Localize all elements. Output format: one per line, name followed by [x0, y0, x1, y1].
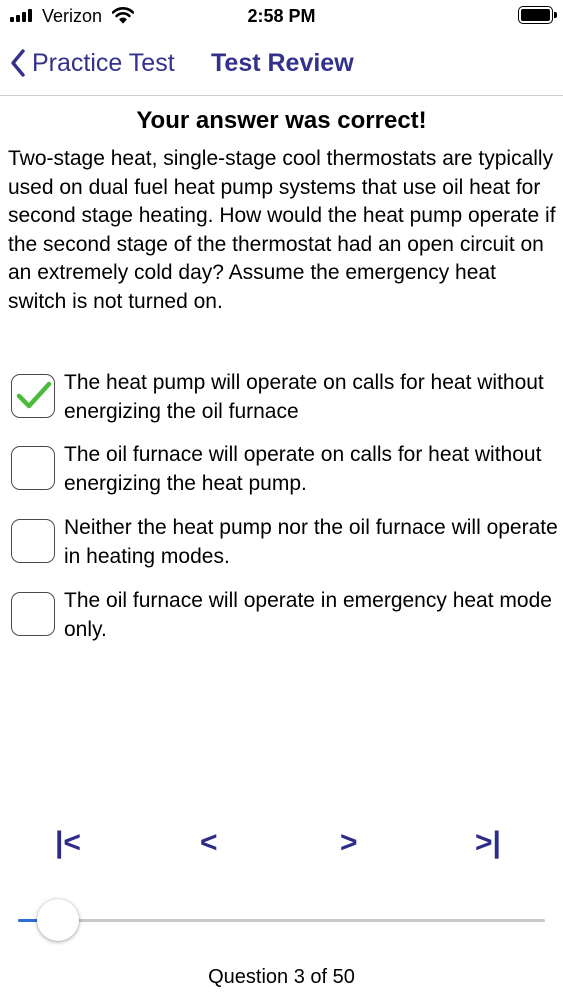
answer-label-1: The heat pump will operate on calls for … — [64, 371, 544, 423]
result-message: Your answer was correct! — [136, 107, 427, 134]
back-button-label: Practice Test — [32, 48, 175, 77]
status-time: 2:58 PM — [247, 6, 316, 26]
answer-checkbox-4[interactable] — [11, 592, 55, 636]
answer-checkbox-2[interactable] — [11, 446, 55, 490]
last-question-button[interactable]: >| — [475, 826, 501, 860]
question-navigation: |< < > >| — [0, 826, 563, 866]
first-question-button[interactable]: |< — [55, 826, 81, 860]
previous-question-button[interactable]: < — [200, 826, 218, 860]
answer-label-4: The oil furnace will operate in emergenc… — [64, 589, 552, 641]
navigation-bar: Practice Test Test Review — [0, 34, 563, 96]
status-bar: Verizon 2:58 PM — [0, 0, 563, 34]
question-counter: Question 3 of 50 — [208, 966, 355, 988]
battery-icon — [518, 6, 553, 24]
chevron-left-icon — [10, 48, 26, 78]
next-question-button[interactable]: > — [340, 826, 358, 860]
back-button[interactable]: Practice Test — [10, 48, 175, 78]
answer-label-2: The oil furnace will operate on calls fo… — [64, 443, 542, 495]
question-text: Two-stage heat, single-stage cool thermo… — [8, 147, 556, 313]
question-slider[interactable] — [18, 898, 545, 944]
slider-thumb[interactable] — [36, 899, 79, 941]
page-title: Test Review — [211, 49, 354, 77]
answer-checkbox-3[interactable] — [11, 519, 55, 563]
answer-label-3: Neither the heat pump nor the oil furnac… — [64, 516, 558, 568]
slider-track — [18, 919, 545, 922]
battery-tip — [554, 12, 557, 18]
answer-checkbox-1[interactable] — [11, 374, 55, 418]
